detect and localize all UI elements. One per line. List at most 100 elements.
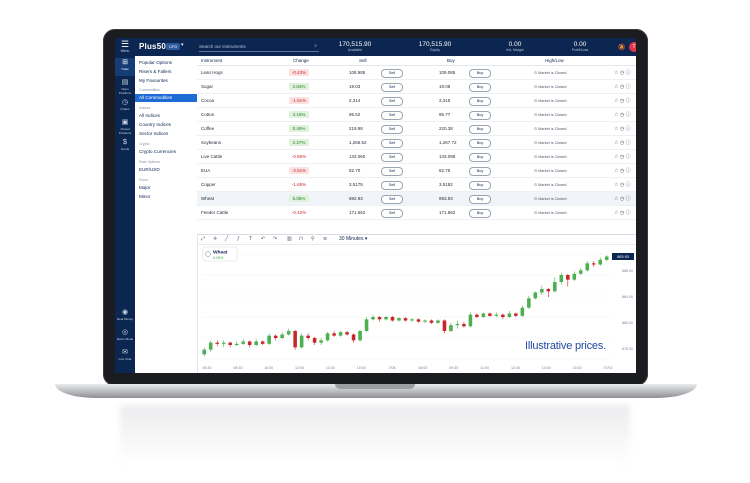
search-input[interactable]: Search our Instruments ⌕ — [199, 42, 319, 52]
buy-button[interactable]: Buy — [469, 152, 491, 162]
header-buy[interactable]: Buy — [447, 58, 455, 63]
star-icon[interactable]: ☆ — [614, 126, 618, 132]
info-icon[interactable]: ⓘ — [626, 154, 631, 160]
info-icon[interactable]: ⓘ — [626, 84, 631, 90]
buy-button[interactable]: Buy — [469, 138, 491, 148]
sell-button[interactable]: Sell — [381, 166, 403, 176]
timeframe-select[interactable]: 30 Minutes ▾ — [339, 236, 367, 242]
star-icon[interactable]: ☆ — [614, 182, 618, 188]
fullscreen-icon[interactable]: ⤢ — [201, 236, 205, 242]
clock-icon[interactable]: ◷ — [620, 98, 624, 104]
sell-button[interactable]: Sell — [381, 68, 403, 78]
star-icon[interactable]: ☆ — [614, 168, 618, 174]
star-icon[interactable]: ☆ — [614, 154, 618, 160]
category-popular-options[interactable]: Popular Options — [139, 60, 172, 65]
star-icon[interactable]: ☆ — [614, 196, 618, 202]
buy-button[interactable]: Buy — [469, 208, 491, 218]
redo-icon[interactable]: ↷ — [273, 236, 277, 242]
buy-button[interactable]: Buy — [469, 82, 491, 92]
sell-button[interactable]: Sell — [381, 124, 403, 134]
indicator-icon[interactable]: ƒ — [237, 236, 240, 242]
category-eur-usd[interactable]: EUR/USD — [139, 167, 160, 172]
sell-button[interactable]: Sell — [381, 180, 403, 190]
clock-icon[interactable]: ◷ — [620, 112, 624, 118]
crosshair-icon[interactable]: ✛ — [213, 236, 217, 242]
star-icon[interactable]: ☆ — [614, 70, 618, 76]
nav-closed-positions[interactable]: ▣ Closed Positions — [115, 118, 135, 136]
sell-button[interactable]: Sell — [381, 96, 403, 106]
draw-line-icon[interactable]: ╱ — [225, 236, 228, 242]
star-icon[interactable]: ☆ — [614, 84, 618, 90]
clock-icon[interactable]: ◷ — [620, 182, 624, 188]
sell-button[interactable]: Sell — [381, 138, 403, 148]
info-icon[interactable]: ⓘ — [626, 70, 631, 76]
clock-icon[interactable]: ◷ — [620, 140, 624, 146]
info-icon[interactable]: ⓘ — [626, 112, 631, 118]
sell-button[interactable]: Sell — [381, 208, 403, 218]
clock-icon[interactable]: ◷ — [620, 210, 624, 216]
header-change[interactable]: Change — [293, 58, 309, 63]
table-row[interactable]: Coffee 0.49% 219.98 Sell 220.38 Buy ⊙ Market i… — [197, 122, 636, 136]
info-icon[interactable]: ⓘ — [626, 210, 631, 216]
clock-icon[interactable]: ◷ — [620, 196, 624, 202]
clock-icon[interactable]: ◷ — [620, 84, 624, 90]
star-icon[interactable]: ☆ — [614, 112, 618, 118]
layers-icon[interactable]: ≋ — [323, 236, 327, 242]
chevron-down-icon[interactable]: ▾ — [181, 42, 184, 48]
buy-button[interactable]: Buy — [469, 124, 491, 134]
menu-button[interactable]: ☰ Menu — [115, 38, 135, 56]
buy-button[interactable]: Buy — [469, 68, 491, 78]
clock-icon[interactable]: ◷ — [620, 154, 624, 160]
clock-icon[interactable]: ◷ — [620, 70, 624, 76]
header-instrument[interactable]: Instrument — [201, 58, 222, 63]
table-row[interactable]: Sugar 2.83% 19.03 Sell 19.08 Buy ⊙ Market is C… — [197, 80, 636, 94]
live-chat-button[interactable]: ✉ Live Chat — [115, 348, 135, 366]
table-row[interactable]: EUA -2.51% 82.70 Sell 82.75 Buy ⊙ Market is Cl… — [197, 164, 636, 178]
header-high-low[interactable]: High/Low — [545, 58, 564, 63]
star-icon[interactable]: ☆ — [614, 98, 618, 104]
clock-icon[interactable]: ◷ — [620, 168, 624, 174]
nav-orders[interactable]: ◷ Orders — [115, 98, 135, 116]
sell-button[interactable]: Sell — [381, 110, 403, 120]
info-icon[interactable]: ⓘ — [626, 182, 631, 188]
buy-button[interactable]: Buy — [469, 194, 491, 204]
star-icon[interactable]: ☆ — [614, 210, 618, 216]
table-row[interactable]: Feeder Cattle -0.42% 171.662 Sell 171.862 Buy… — [197, 206, 636, 220]
nav-funds[interactable]: $ Funds — [115, 138, 135, 156]
category-sector-indices[interactable]: Sector Indices — [139, 131, 168, 136]
category-minor[interactable]: Minor — [139, 194, 151, 199]
magnet-icon[interactable]: ⊓ — [299, 236, 303, 242]
notifications-off-icon[interactable]: 🔕 — [618, 44, 625, 51]
real-money-toggle[interactable]: ◉ Real Money — [115, 308, 135, 326]
undo-icon[interactable]: ↶ — [261, 236, 265, 242]
info-icon[interactable]: ⓘ — [626, 140, 631, 146]
info-icon[interactable]: ⓘ — [626, 196, 631, 202]
info-icon[interactable]: ⓘ — [626, 98, 631, 104]
table-row[interactable]: Soybeans 2.27% 1,266.52 Sell 1,267.72 Buy ⊙ Ma… — [197, 136, 636, 150]
nav-open-positions[interactable]: ▤ Open Positions — [115, 78, 135, 96]
category-major[interactable]: Major — [139, 185, 151, 190]
category-my-favourites[interactable]: My Favourites — [139, 78, 168, 83]
sell-button[interactable]: Sell — [381, 82, 403, 92]
category-risers-fallers[interactable]: Risers & Fallers — [139, 69, 171, 74]
table-row[interactable]: Cocoa -1.61% 2,314 Sell 2,315 Buy ⊙ Market is … — [197, 94, 636, 108]
info-icon[interactable]: ⓘ — [626, 126, 631, 132]
buy-button[interactable]: Buy — [469, 180, 491, 190]
demo-mode-toggle[interactable]: ◎ Demo Mode — [115, 328, 135, 346]
category-all-commodities[interactable]: All Commodities — [135, 94, 199, 102]
buy-button[interactable]: Buy — [469, 96, 491, 106]
text-tool-icon[interactable]: T — [249, 236, 252, 242]
category-crypto-currencies[interactable]: Crypto Currencies — [139, 149, 176, 154]
nav-trade[interactable]: ⊞ Trade — [115, 58, 135, 76]
buy-button[interactable]: Buy — [469, 166, 491, 176]
table-row[interactable]: Cotton 4.15% 95.52 Sell 95.77 Buy ⊙ Market is … — [197, 108, 636, 122]
table-row[interactable]: Lean Hogs -0.43% 108.985 Sell 109.085 Buy ⊙ Ma… — [197, 66, 636, 80]
sell-button[interactable]: Sell — [381, 194, 403, 204]
table-row[interactable]: Copper -1.65% 3.5175 Sell 3.5182 Buy ⊙ Market … — [197, 178, 636, 192]
search-icon[interactable]: ⌕ — [314, 42, 317, 51]
clock-icon[interactable]: ◷ — [620, 126, 624, 132]
header-sell[interactable]: Sell — [359, 58, 367, 63]
candle-type-icon[interactable]: ▥ — [287, 236, 292, 242]
mode-badge[interactable]: CFD — [166, 43, 181, 50]
avatar[interactable]: T — [629, 42, 636, 52]
